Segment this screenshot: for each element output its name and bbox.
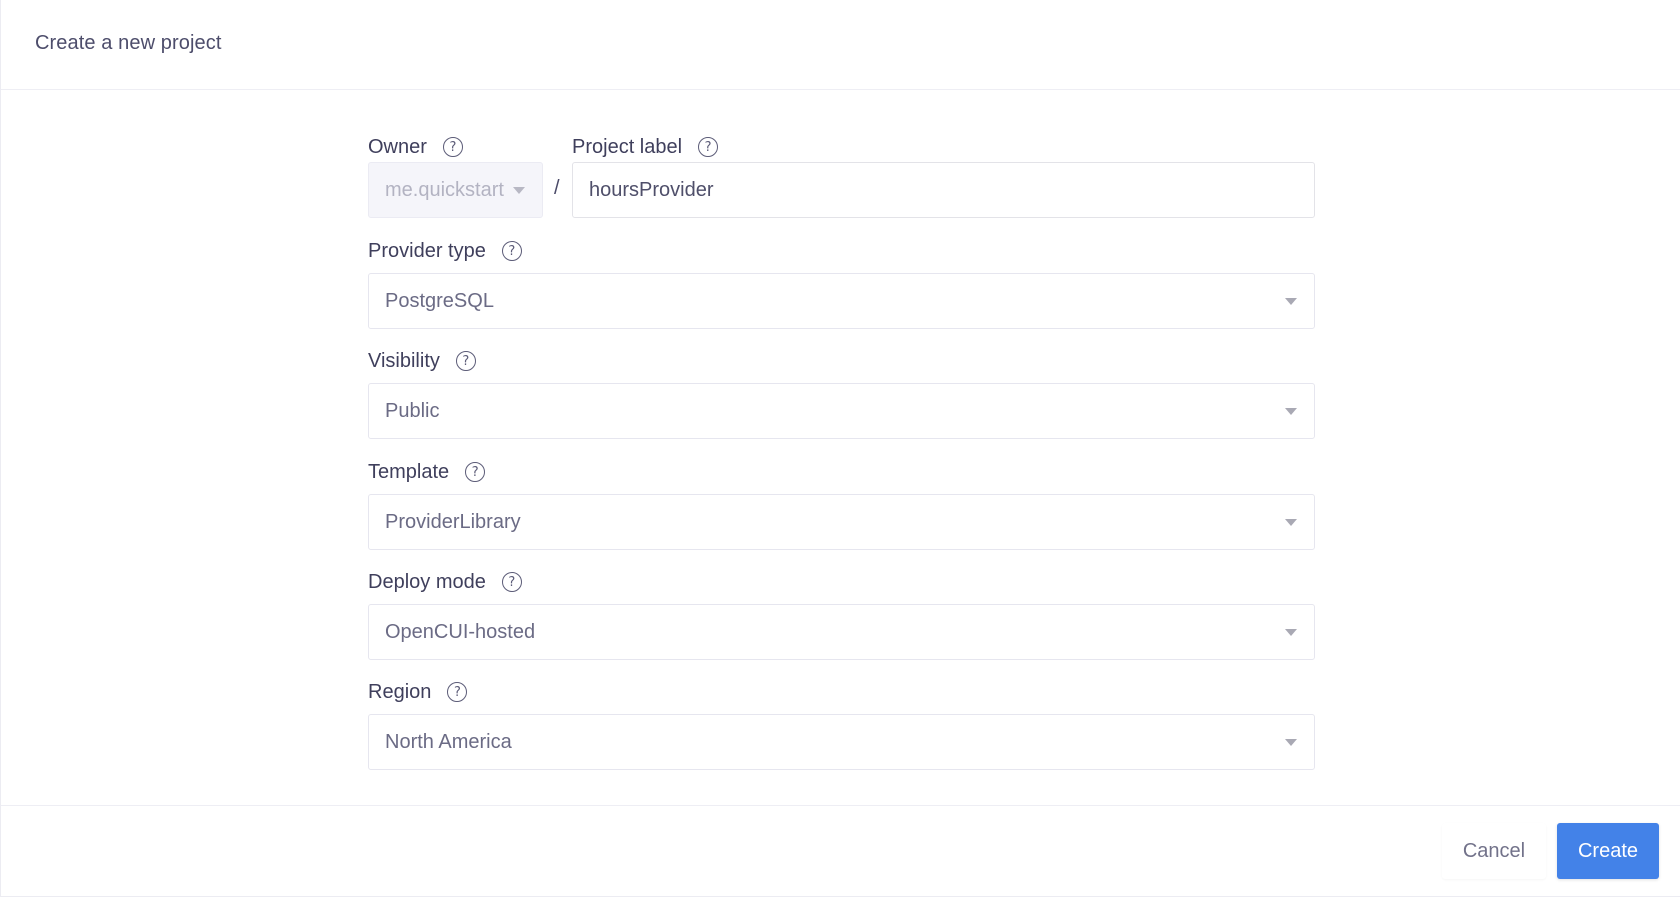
chevron-down-icon — [1285, 298, 1297, 305]
project-label-label: Project label — [572, 135, 683, 158]
project-label-row: Project label ? — [572, 134, 719, 160]
create-project-dialog: Create a new project Owner ? Project lab… — [0, 0, 1680, 897]
region-label: Region — [368, 680, 432, 703]
deploy-mode-select[interactable]: OpenCUI-hosted — [368, 604, 1315, 660]
provider-type-select[interactable]: PostgreSQL — [368, 273, 1315, 329]
deploy-mode-label: Deploy mode — [368, 570, 486, 593]
visibility-label-row: Visibility ? — [368, 348, 476, 374]
owner-project-separator: / — [554, 177, 560, 199]
template-select[interactable]: ProviderLibrary — [368, 494, 1315, 550]
chevron-down-icon — [1285, 408, 1297, 415]
owner-label-row: Owner ? — [368, 134, 463, 160]
provider-type-help-icon[interactable]: ? — [501, 241, 522, 261]
dialog-footer — [1, 805, 1680, 897]
owner-select-value: me.quickstart — [385, 178, 504, 201]
visibility-value: Public — [385, 399, 440, 422]
template-label: Template — [368, 460, 450, 483]
region-help-icon[interactable]: ? — [447, 682, 468, 702]
deploy-mode-label-row: Deploy mode ? — [368, 569, 522, 595]
visibility-select[interactable]: Public — [368, 383, 1315, 439]
chevron-down-icon — [1285, 629, 1297, 636]
owner-help-icon[interactable]: ? — [442, 137, 463, 157]
dialog-title: Create a new project — [35, 32, 222, 54]
chevron-down-icon — [1285, 739, 1297, 746]
project-label-help-icon[interactable]: ? — [698, 137, 719, 157]
deploy-mode-help-icon[interactable]: ? — [501, 572, 522, 592]
region-select[interactable]: North America — [368, 714, 1315, 770]
visibility-help-icon[interactable]: ? — [455, 351, 476, 371]
owner-label: Owner — [368, 135, 427, 158]
owner-select[interactable]: me.quickstart — [368, 162, 543, 218]
provider-type-value: PostgreSQL — [385, 289, 494, 312]
provider-type-label-row: Provider type ? — [368, 238, 522, 264]
cancel-button[interactable]: Cancel — [1442, 823, 1546, 879]
chevron-down-icon — [513, 187, 525, 194]
template-label-row: Template ? — [368, 459, 486, 485]
dialog-header: Create a new project — [1, 0, 1680, 90]
template-help-icon[interactable]: ? — [465, 462, 486, 482]
chevron-down-icon — [1285, 519, 1297, 526]
region-value: North America — [385, 730, 512, 753]
visibility-label: Visibility — [368, 349, 440, 372]
create-button[interactable]: Create — [1557, 823, 1659, 879]
provider-type-label: Provider type — [368, 239, 486, 262]
region-label-row: Region ? — [368, 679, 468, 705]
project-label-input[interactable] — [572, 162, 1315, 218]
deploy-mode-value: OpenCUI-hosted — [385, 620, 536, 643]
template-value: ProviderLibrary — [385, 510, 521, 533]
